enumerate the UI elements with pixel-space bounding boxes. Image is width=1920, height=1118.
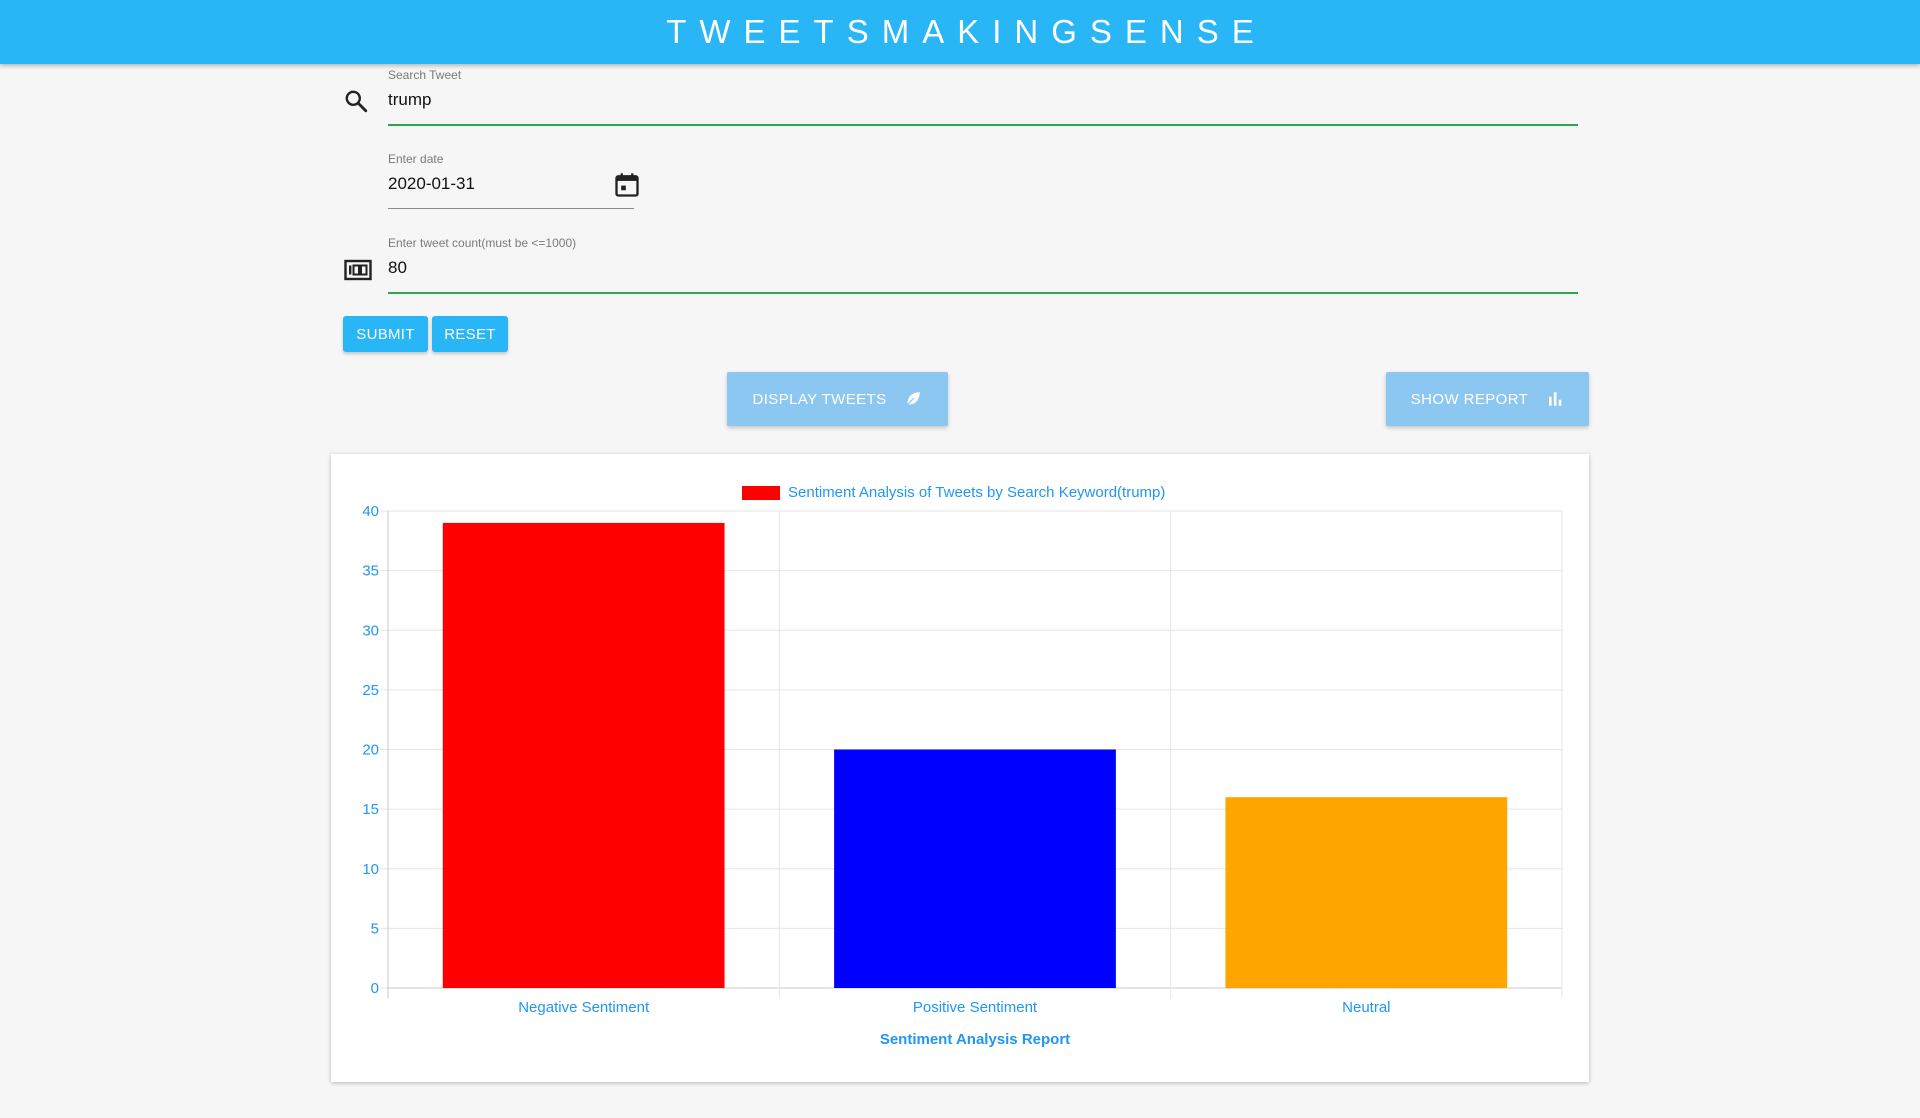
y-tick-label: 25 (362, 682, 379, 699)
x-tick-label: Positive Sentiment (913, 999, 1038, 1016)
display-tweets-button[interactable]: DISPLAY TWEETS (727, 372, 948, 426)
submit-button[interactable]: SUBMIT (343, 316, 428, 352)
x-tick-label: Neutral (1342, 999, 1390, 1016)
display-tweets-label: DISPLAY TWEETS (752, 390, 887, 408)
legend-swatch (742, 486, 780, 500)
y-tick-label: 15 (362, 801, 379, 818)
x-axis-title: Sentiment Analysis Report (880, 1031, 1070, 1048)
y-tick-label: 30 (362, 622, 379, 639)
sentiment-chart: 0 5 10 15 20 25 30 35 40 Negative Sentiment Posit… (362, 484, 1563, 1048)
bar-chart-icon (1549, 392, 1562, 406)
y-tick-label: 20 (362, 742, 379, 759)
legend-label: Sentiment Analysis of Tweets by Search K… (788, 484, 1165, 501)
search-icon (345, 90, 368, 113)
count-field: Enter tweet count(must be <=1000) (388, 236, 1578, 294)
search-label: Search Tweet (388, 68, 462, 82)
y-tick-label: 10 (362, 861, 379, 878)
y-tick-label: 0 (371, 980, 379, 997)
bar-negative-sentiment[interactable] (442, 522, 725, 988)
y-axis-ticks: 0 5 10 15 20 25 30 35 40 (362, 503, 379, 997)
counter-icon (344, 259, 372, 281)
x-tick-label: Negative Sentiment (518, 999, 650, 1016)
bar-positive-sentiment[interactable] (834, 749, 1116, 989)
count-underline (388, 292, 1578, 294)
reset-button[interactable]: RESET (432, 316, 508, 352)
y-tick-label: 40 (362, 503, 379, 520)
count-input[interactable] (388, 254, 1578, 282)
date-field: Enter date (388, 152, 634, 209)
date-label: Enter date (388, 152, 444, 166)
count-label: Enter tweet count(must be <=1000) (388, 236, 577, 250)
y-tick-label: 5 (371, 920, 379, 937)
x-axis-ticks: Negative Sentiment Positive Sentiment Neut… (518, 999, 1390, 1016)
search-underline (388, 124, 1578, 126)
y-tick-label: 35 (362, 563, 379, 580)
leaf-icon (906, 392, 921, 407)
show-report-label: SHOW REPORT (1410, 390, 1529, 408)
search-input[interactable] (388, 86, 1578, 114)
bar-neutral[interactable] (1225, 797, 1508, 988)
date-input[interactable] (388, 170, 588, 198)
date-underline (388, 208, 634, 209)
show-report-button[interactable]: SHOW REPORT (1386, 372, 1589, 426)
search-field: Search Tweet (388, 68, 1578, 126)
chart-card: 0 5 10 15 20 25 30 35 40 Negative Sentiment Posit… (331, 454, 1589, 1082)
calendar-icon[interactable] (613, 171, 641, 199)
chart-bars (442, 522, 1508, 989)
app-bar: TWEETSMAKINGSENSE (0, 0, 1920, 64)
app-title: TWEETSMAKINGSENSE (666, 13, 1267, 50)
